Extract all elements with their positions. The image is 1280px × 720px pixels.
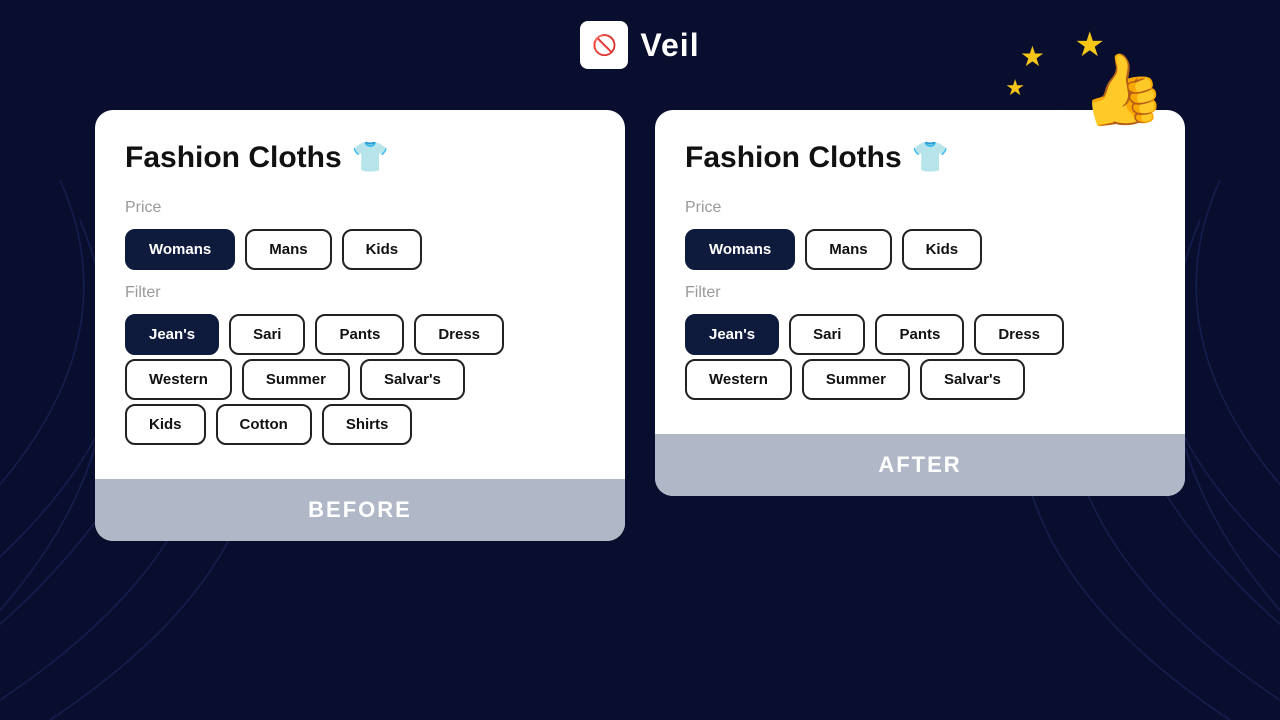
after-price-kids[interactable]: Kids xyxy=(902,229,983,270)
logo: 🚫 Veil xyxy=(580,21,699,69)
after-price-label: Price xyxy=(685,199,1155,217)
after-filter-label: Filter xyxy=(685,284,1155,302)
before-card: Fashion Cloths 👕 Price Womans Mans Kids … xyxy=(95,110,625,541)
before-filter-row1: Jean's Sari Pants Dress xyxy=(125,314,595,355)
before-filter-western[interactable]: Western xyxy=(125,359,232,400)
after-footer-label: AFTER xyxy=(878,452,961,477)
after-price-mans[interactable]: Mans xyxy=(805,229,891,270)
before-card-body: Fashion Cloths 👕 Price Womans Mans Kids … xyxy=(95,110,625,479)
before-filter-shirts[interactable]: Shirts xyxy=(322,404,413,445)
before-filter-summer[interactable]: Summer xyxy=(242,359,350,400)
before-price-mans[interactable]: Mans xyxy=(245,229,331,270)
after-card-footer: AFTER xyxy=(655,434,1185,496)
before-filter-sari[interactable]: Sari xyxy=(229,314,305,355)
eye-slash-icon: 🚫 xyxy=(592,33,617,58)
before-card-footer: BEFORE xyxy=(95,479,625,541)
after-price-womans[interactable]: Womans xyxy=(685,229,795,270)
after-price-buttons: Womans Mans Kids xyxy=(685,229,1155,270)
after-card: Fashion Cloths 👕 Price Womans Mans Kids … xyxy=(655,110,1185,496)
before-filter-jeans[interactable]: Jean's xyxy=(125,314,219,355)
before-card-title: Fashion Cloths 👕 xyxy=(125,140,595,175)
after-card-title: Fashion Cloths 👕 xyxy=(685,140,1155,175)
star-icon-1: ★ xyxy=(1020,40,1045,73)
after-filter-group: Filter Jean's Sari Pants Dress Western S… xyxy=(685,284,1155,400)
before-filter-label: Filter xyxy=(125,284,595,302)
after-filter-salvars[interactable]: Salvar's xyxy=(920,359,1025,400)
shirt-emoji-after: 👕 xyxy=(912,140,949,175)
after-filter-pants[interactable]: Pants xyxy=(875,314,964,355)
before-filter-kids[interactable]: Kids xyxy=(125,404,206,445)
after-filter-row1: Jean's Sari Pants Dress xyxy=(685,314,1155,355)
thumbs-up-icon: 👍 xyxy=(1072,48,1170,132)
before-filter-row2: Western Summer Salvar's xyxy=(125,359,595,400)
before-filter-salvars[interactable]: Salvar's xyxy=(360,359,465,400)
shirt-emoji-before: 👕 xyxy=(352,140,389,175)
logo-text: Veil xyxy=(640,27,699,64)
before-filter-pants[interactable]: Pants xyxy=(315,314,404,355)
after-filter-sari[interactable]: Sari xyxy=(789,314,865,355)
before-price-buttons: Womans Mans Kids xyxy=(125,229,595,270)
after-price-group: Price Womans Mans Kids xyxy=(685,199,1155,270)
before-filter-row3: Kids Cotton Shirts xyxy=(125,404,595,445)
before-price-label: Price xyxy=(125,199,595,217)
after-filter-western[interactable]: Western xyxy=(685,359,792,400)
before-price-group: Price Womans Mans Kids xyxy=(125,199,595,270)
after-filter-dress[interactable]: Dress xyxy=(974,314,1064,355)
main-content: Fashion Cloths 👕 Price Womans Mans Kids … xyxy=(0,110,1280,720)
before-filter-group: Filter Jean's Sari Pants Dress Western S… xyxy=(125,284,595,445)
before-price-womans[interactable]: Womans xyxy=(125,229,235,270)
after-filter-row2: Western Summer Salvar's xyxy=(685,359,1155,400)
logo-icon-box: 🚫 xyxy=(580,21,628,69)
before-filter-dress[interactable]: Dress xyxy=(414,314,504,355)
before-footer-label: BEFORE xyxy=(308,497,412,522)
before-filter-cotton[interactable]: Cotton xyxy=(216,404,312,445)
after-filter-jeans[interactable]: Jean's xyxy=(685,314,779,355)
after-filter-summer[interactable]: Summer xyxy=(802,359,910,400)
before-price-kids[interactable]: Kids xyxy=(342,229,423,270)
after-card-body: Fashion Cloths 👕 Price Womans Mans Kids … xyxy=(655,110,1185,434)
star-icon-3: ★ xyxy=(1005,75,1025,101)
